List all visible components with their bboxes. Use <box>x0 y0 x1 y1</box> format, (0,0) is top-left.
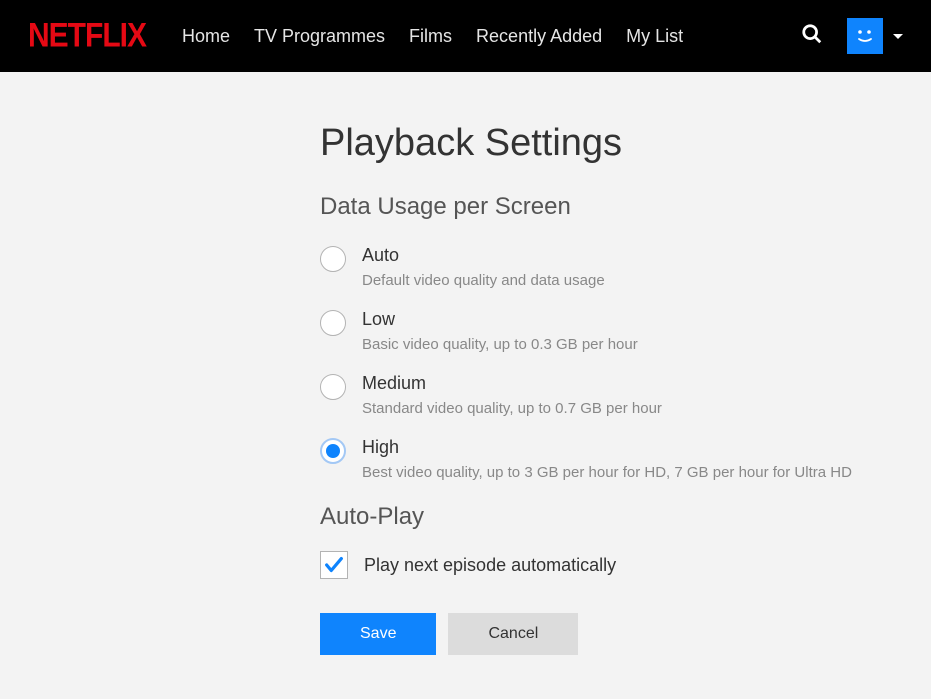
nav-my-list[interactable]: My List <box>626 26 683 47</box>
radio-icon <box>320 246 346 272</box>
radio-label: Medium <box>362 373 662 394</box>
autoplay-title: Auto-Play <box>320 503 931 531</box>
page-title: Playback Settings <box>320 122 931 165</box>
radio-icon <box>320 310 346 336</box>
search-icon[interactable] <box>801 23 823 50</box>
radio-label: High <box>362 437 852 458</box>
header-right <box>801 18 903 54</box>
checkbox-icon-checked <box>320 551 348 579</box>
radio-description: Basic video quality, up to 0.3 GB per ho… <box>362 336 638 353</box>
radio-description: Best video quality, up to 3 GB per hour … <box>362 464 852 481</box>
avatar <box>847 18 883 54</box>
radio-option-high[interactable]: High Best video quality, up to 3 GB per … <box>320 437 931 481</box>
cancel-button[interactable]: Cancel <box>448 613 578 655</box>
nav: Home TV Programmes Films Recently Added … <box>182 26 801 47</box>
nav-recently-added[interactable]: Recently Added <box>476 26 602 47</box>
netflix-logo[interactable]: NETFLIX <box>28 16 146 55</box>
radio-icon <box>320 374 346 400</box>
radio-dot <box>326 444 340 458</box>
radio-content: High Best video quality, up to 3 GB per … <box>362 437 852 481</box>
caret-down-icon <box>893 34 903 39</box>
button-row: Save Cancel <box>320 613 931 655</box>
radio-option-medium[interactable]: Medium Standard video quality, up to 0.7… <box>320 373 931 417</box>
data-usage-radio-group: Auto Default video quality and data usag… <box>320 245 931 481</box>
radio-option-low[interactable]: Low Basic video quality, up to 0.3 GB pe… <box>320 309 931 353</box>
radio-icon-selected <box>320 438 346 464</box>
main-content: Playback Settings Data Usage per Screen … <box>0 72 931 655</box>
profile-menu[interactable] <box>847 18 903 54</box>
radio-description: Standard video quality, up to 0.7 GB per… <box>362 400 662 417</box>
radio-content: Low Basic video quality, up to 0.3 GB pe… <box>362 309 638 353</box>
header: NETFLIX Home TV Programmes Films Recentl… <box>0 0 931 72</box>
autoplay-checkbox-row[interactable]: Play next episode automatically <box>320 551 931 579</box>
radio-content: Auto Default video quality and data usag… <box>362 245 605 289</box>
nav-home[interactable]: Home <box>182 26 230 47</box>
nav-tv-programmes[interactable]: TV Programmes <box>254 26 385 47</box>
radio-label: Low <box>362 309 638 330</box>
radio-label: Auto <box>362 245 605 266</box>
nav-films[interactable]: Films <box>409 26 452 47</box>
radio-option-auto[interactable]: Auto Default video quality and data usag… <box>320 245 931 289</box>
save-button[interactable]: Save <box>320 613 436 655</box>
data-usage-title: Data Usage per Screen <box>320 193 931 221</box>
radio-content: Medium Standard video quality, up to 0.7… <box>362 373 662 417</box>
autoplay-label: Play next episode automatically <box>364 555 616 576</box>
radio-description: Default video quality and data usage <box>362 272 605 289</box>
